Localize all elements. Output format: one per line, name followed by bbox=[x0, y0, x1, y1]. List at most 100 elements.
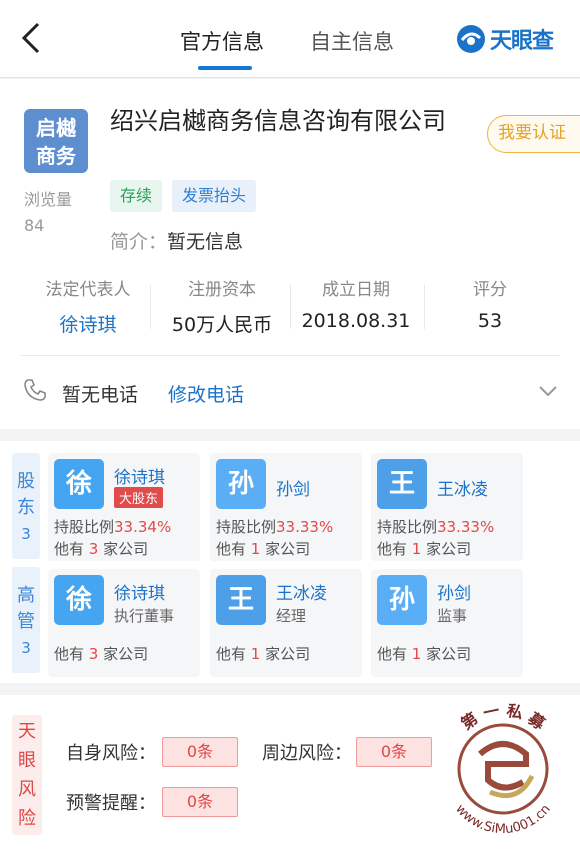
company-logo: 启樾 商务 bbox=[24, 109, 88, 173]
share-ratio-value: 33.33% bbox=[437, 518, 495, 536]
other-companies-suffix: 家公司 bbox=[103, 645, 149, 663]
manager-name[interactable]: 孙剑 bbox=[437, 579, 471, 604]
stat-label: 评分 bbox=[473, 280, 507, 300]
shareholders-label-char: 股 bbox=[17, 471, 35, 492]
share-ratio: 持股比例33.34% bbox=[54, 516, 171, 537]
other-companies-count: 1 bbox=[411, 540, 422, 558]
shareholder-name[interactable]: 孙剑 bbox=[276, 475, 310, 500]
stat-divider bbox=[290, 285, 291, 329]
avatar: 王 bbox=[377, 459, 427, 509]
other-companies-count: 1 bbox=[411, 645, 422, 663]
logo-text: 天眼查 bbox=[490, 29, 554, 54]
tab-self-info[interactable]: 自主信息 bbox=[310, 26, 394, 56]
share-ratio-value: 33.33% bbox=[276, 518, 334, 536]
status-badge: 存续 bbox=[110, 180, 163, 212]
other-companies-suffix: 家公司 bbox=[103, 540, 149, 558]
stat-divider bbox=[150, 285, 151, 329]
manager-card[interactable]: 王 王冰凌 经理 他有 1 家公司 bbox=[210, 569, 362, 677]
company-stats: 法定代表人 徐诗琪 注册资本 50万人民币 成立日期 2018.08.31 评分… bbox=[20, 275, 560, 337]
risk-label-char: 风 bbox=[18, 779, 36, 800]
self-risk-count[interactable]: 0条 bbox=[162, 737, 238, 767]
other-companies-count: 1 bbox=[250, 645, 261, 663]
manager-role: 经理 bbox=[276, 607, 307, 625]
warning-label: 预警提醒： bbox=[66, 793, 156, 814]
claim-button[interactable]: 我要认证 bbox=[487, 115, 580, 153]
avatar: 王 bbox=[216, 575, 266, 625]
other-companies-prefix: 他有 bbox=[54, 645, 85, 663]
shareholder-name[interactable]: 王冰凌 bbox=[437, 475, 488, 500]
around-risk-count[interactable]: 0条 bbox=[356, 737, 432, 767]
manager-card[interactable]: 徐 徐诗琪 执行董事 他有 3 家公司 bbox=[48, 569, 200, 677]
back-button[interactable] bbox=[14, 18, 54, 58]
stat-legal-rep[interactable]: 法定代表人 徐诗琪 bbox=[38, 275, 138, 337]
other-companies-suffix: 家公司 bbox=[426, 645, 472, 663]
edit-phone-link[interactable]: 修改电话 bbox=[168, 380, 244, 407]
other-companies: 他有 1 家公司 bbox=[216, 643, 310, 664]
warning-count[interactable]: 0条 bbox=[162, 787, 238, 817]
other-companies-count: 1 bbox=[250, 540, 261, 558]
shareholder-card[interactable]: 王 王冰凌 持股比例33.33% 他有 1 家公司 bbox=[371, 453, 523, 561]
phone-row[interactable]: 暂无电话 修改电话 bbox=[0, 359, 580, 425]
manager-role: 执行董事 bbox=[114, 607, 175, 625]
company-name: 绍兴启樾商务信息咨询有限公司 bbox=[110, 107, 446, 135]
active-tab-indicator bbox=[198, 66, 252, 70]
shareholder-card[interactable]: 孙 孙剑 持股比例33.33% 他有 1 家公司 bbox=[210, 453, 362, 561]
management-label-char: 管 bbox=[17, 611, 35, 632]
top-nav-bar: 官方信息 自主信息 天眼查 bbox=[0, 0, 580, 78]
phone-icon bbox=[24, 379, 46, 401]
other-companies: 他有 1 家公司 bbox=[377, 643, 471, 664]
manager-name[interactable]: 徐诗琪 bbox=[114, 579, 165, 604]
share-ratio-label: 持股比例 bbox=[216, 518, 277, 536]
invoice-header-tag[interactable]: 发票抬头 bbox=[172, 180, 257, 212]
eye-logo-icon bbox=[457, 25, 485, 53]
stat-label: 注册资本 bbox=[188, 280, 256, 300]
share-ratio-label: 持股比例 bbox=[54, 518, 115, 536]
avatar: 徐 bbox=[54, 459, 104, 509]
views-count: 84 bbox=[24, 216, 45, 235]
other-companies: 他有 3 家公司 bbox=[54, 538, 148, 559]
company-intro: 简介：暂无信息 bbox=[110, 227, 243, 254]
section-divider bbox=[20, 355, 560, 356]
share-ratio-value: 33.34% bbox=[114, 518, 172, 536]
tab-official-info[interactable]: 官方信息 bbox=[180, 26, 264, 56]
manager-role: 监事 bbox=[437, 607, 468, 625]
avatar: 孙 bbox=[377, 575, 427, 625]
risk-label-char: 险 bbox=[18, 808, 36, 829]
stat-score[interactable]: 评分 53 bbox=[440, 275, 540, 332]
stat-divider bbox=[424, 285, 425, 329]
shareholders-label: 股 东 3 bbox=[12, 453, 40, 559]
views-label: 浏览量 bbox=[24, 190, 73, 209]
shareholders-label-char: 东 bbox=[17, 497, 35, 518]
management-label-char: 高 bbox=[17, 585, 35, 606]
shareholders-count: 3 bbox=[21, 525, 31, 543]
other-companies: 他有 3 家公司 bbox=[54, 643, 148, 664]
management-count: 3 bbox=[21, 639, 31, 657]
company-logo-line-2: 商务 bbox=[36, 144, 76, 168]
stat-value[interactable]: 徐诗琪 bbox=[38, 310, 138, 337]
manager-card[interactable]: 孙 孙剑 监事 他有 1 家公司 bbox=[371, 569, 523, 677]
other-companies-prefix: 他有 bbox=[377, 645, 408, 663]
manager-name[interactable]: 王冰凌 bbox=[276, 579, 327, 604]
stat-label: 法定代表人 bbox=[45, 280, 131, 300]
other-companies-prefix: 他有 bbox=[216, 540, 247, 558]
chevron-down-icon[interactable] bbox=[537, 383, 559, 399]
other-companies-prefix: 他有 bbox=[54, 540, 85, 558]
other-companies-suffix: 家公司 bbox=[426, 540, 472, 558]
intro-value: 暂无信息 bbox=[167, 231, 244, 253]
stat-registered-capital: 注册资本 50万人民币 bbox=[158, 275, 286, 337]
other-companies: 他有 1 家公司 bbox=[216, 538, 310, 559]
stat-founded-date: 成立日期 2018.08.31 bbox=[292, 275, 420, 332]
major-shareholder-badge: 大股东 bbox=[114, 487, 164, 508]
avatar: 孙 bbox=[216, 459, 266, 509]
stat-value: 2018.08.31 bbox=[301, 310, 411, 332]
company-info-card: 启樾 商务 浏览量 84 绍兴启樾商务信息咨询有限公司 我要认证 存续 发票抬头… bbox=[0, 79, 580, 429]
phone-status: 暂无电话 bbox=[62, 384, 139, 406]
share-ratio: 持股比例33.33% bbox=[216, 516, 333, 537]
shareholder-name[interactable]: 徐诗琪 bbox=[114, 463, 165, 488]
other-companies-prefix: 他有 bbox=[377, 540, 408, 558]
tianyancha-logo: 天眼查 bbox=[456, 22, 554, 56]
risk-label-char: 眼 bbox=[18, 750, 36, 771]
simu-watermark-logo: 第 一 私 募 www.SiMu001.cn bbox=[452, 701, 554, 837]
stat-value: 53 bbox=[477, 310, 503, 332]
shareholder-card[interactable]: 徐 徐诗琪 大股东 持股比例33.34% 他有 3 家公司 bbox=[48, 453, 200, 561]
